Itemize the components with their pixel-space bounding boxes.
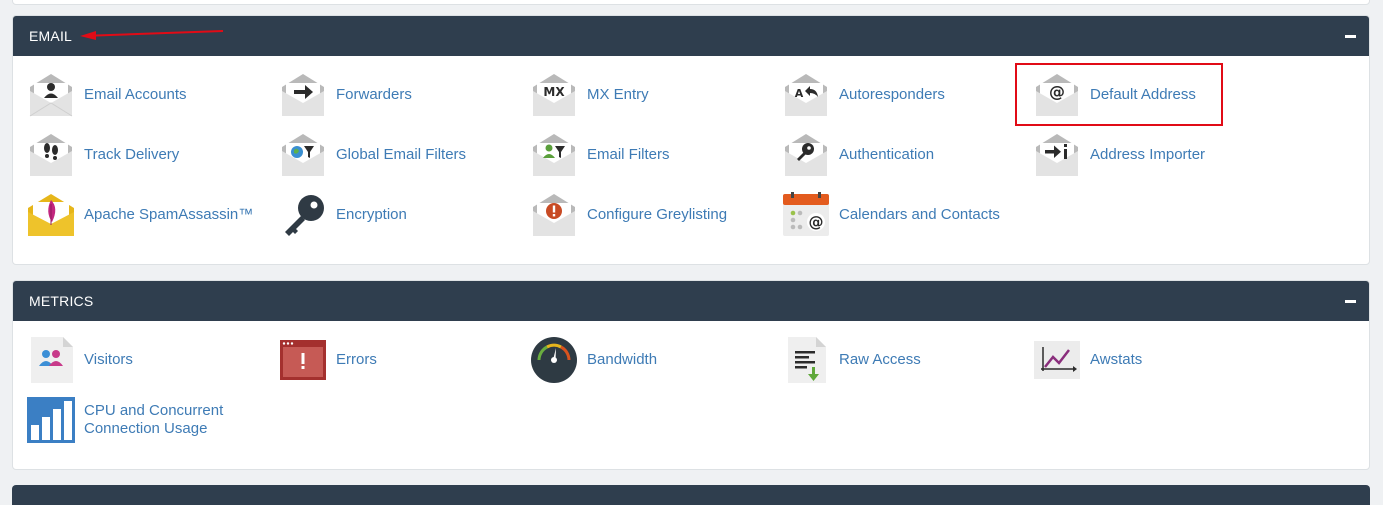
visitors-icon bbox=[27, 337, 75, 383]
forwarders-label: Forwarders bbox=[336, 86, 412, 103]
envelope-autoresponder-icon: A bbox=[782, 72, 830, 118]
metrics-collapse-icon[interactable] bbox=[1345, 295, 1357, 307]
configure-greylisting-link[interactable]: Configure Greylisting bbox=[530, 192, 727, 238]
envelope-footprints-icon bbox=[27, 132, 75, 178]
next-panel-header[interactable] bbox=[12, 485, 1370, 505]
metrics-panel-header[interactable]: METRICS bbox=[13, 281, 1369, 321]
email-filters-link[interactable]: Email Filters bbox=[530, 132, 670, 178]
envelope-alert-icon bbox=[530, 192, 578, 238]
authentication-label: Authentication bbox=[839, 146, 935, 163]
awstats-link[interactable]: Awstats bbox=[1033, 337, 1142, 383]
email-collapse-icon[interactable] bbox=[1345, 30, 1357, 42]
mx-entry-link[interactable]: MX MX Entry bbox=[530, 72, 649, 118]
email-accounts-label: Email Accounts bbox=[84, 86, 187, 103]
bandwidth-link[interactable]: Bandwidth bbox=[530, 337, 657, 383]
metrics-panel: METRICS Visitors Errors Bandwidth Raw Ac… bbox=[12, 280, 1370, 470]
configure-greylisting-label: Configure Greylisting bbox=[587, 206, 728, 223]
svg-text:MX: MX bbox=[543, 85, 565, 99]
envelope-user-icon bbox=[27, 72, 75, 118]
annotation-arrow-icon bbox=[80, 30, 224, 40]
key-icon bbox=[279, 192, 327, 238]
address-importer-link[interactable]: Address Importer bbox=[1033, 132, 1205, 178]
visitors-link[interactable]: Visitors bbox=[27, 337, 133, 383]
visitors-label: Visitors bbox=[84, 351, 133, 368]
cpu-connection-usage-link[interactable]: CPU and Concurrent Connection Usage bbox=[27, 397, 234, 443]
calendar-contacts-icon: @ bbox=[782, 192, 830, 238]
svg-text:A: A bbox=[795, 87, 804, 100]
email-accounts-link[interactable]: Email Accounts bbox=[27, 72, 187, 118]
email-panel: EMAIL Email Accounts Forwarders MX MX En… bbox=[12, 15, 1370, 265]
errors-label: Errors bbox=[336, 351, 377, 368]
global-email-filters-link[interactable]: Global Email Filters bbox=[279, 132, 466, 178]
raw-access-link[interactable]: Raw Access bbox=[782, 337, 921, 383]
metrics-panel-title: METRICS bbox=[29, 293, 94, 309]
awstats-label: Awstats bbox=[1090, 351, 1143, 368]
track-delivery-link[interactable]: Track Delivery bbox=[27, 132, 179, 178]
autoresponders-link[interactable]: A Autoresponders bbox=[782, 72, 945, 118]
autoresponders-label: Autoresponders bbox=[839, 86, 945, 103]
bandwidth-label: Bandwidth bbox=[587, 351, 658, 368]
mx-entry-label: MX Entry bbox=[587, 86, 649, 103]
authentication-link[interactable]: Authentication bbox=[782, 132, 934, 178]
email-filters-label: Email Filters bbox=[587, 146, 670, 163]
track-delivery-label: Track Delivery bbox=[84, 146, 180, 163]
raw-log-download-icon bbox=[782, 337, 830, 383]
awstats-chart-icon bbox=[1033, 337, 1081, 383]
calendars-contacts-link[interactable]: @ Calendars and Contacts bbox=[782, 192, 1000, 238]
encryption-label: Encryption bbox=[336, 206, 407, 223]
envelope-import-icon bbox=[1033, 132, 1081, 178]
encryption-link[interactable]: Encryption bbox=[279, 192, 407, 238]
envelope-forward-icon bbox=[279, 72, 327, 118]
forwarders-link[interactable]: Forwarders bbox=[279, 72, 412, 118]
spamassassin-feather-icon bbox=[27, 192, 75, 238]
spamassassin-link[interactable]: Apache SpamAssassin™ bbox=[27, 192, 253, 238]
bar-chart-icon bbox=[27, 397, 75, 443]
envelope-user-filter-icon bbox=[530, 132, 578, 178]
svg-text:@: @ bbox=[809, 213, 824, 231]
previous-panel-edge bbox=[12, 0, 1370, 5]
spamassassin-label: Apache SpamAssassin™ bbox=[84, 206, 254, 223]
errors-link[interactable]: Errors bbox=[279, 337, 377, 383]
email-panel-title: EMAIL bbox=[29, 28, 73, 44]
raw-access-label: Raw Access bbox=[839, 351, 921, 368]
cpu-connection-usage-label: CPU and Concurrent Connection Usage bbox=[84, 402, 224, 437]
global-email-filters-label: Global Email Filters bbox=[336, 146, 467, 163]
gauge-icon bbox=[530, 337, 578, 383]
envelope-mx-icon: MX bbox=[530, 72, 578, 118]
envelope-globe-filter-icon bbox=[279, 132, 327, 178]
errors-window-icon bbox=[279, 337, 327, 383]
highlight-box bbox=[1015, 63, 1223, 126]
address-importer-label: Address Importer bbox=[1090, 146, 1206, 163]
calendars-contacts-label: Calendars and Contacts bbox=[839, 206, 1000, 223]
envelope-key-icon bbox=[782, 132, 830, 178]
